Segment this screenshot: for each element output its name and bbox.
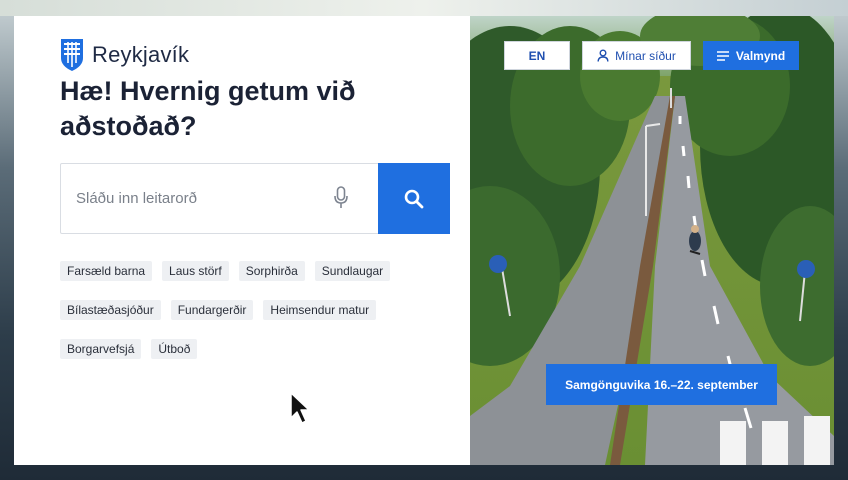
desktop-background [0, 0, 848, 16]
quick-link-chip[interactable]: Heimsendur matur [263, 300, 377, 320]
quick-link-chip[interactable]: Sorphirða [238, 261, 305, 281]
search-input[interactable] [61, 164, 379, 233]
menu-label: Valmynd [735, 48, 786, 63]
my-pages-button[interactable]: Mínar síður [582, 41, 691, 70]
quick-link-chip[interactable]: Borgarvefsjá [60, 339, 142, 359]
reykjavik-logo-icon [61, 39, 83, 71]
browser-page: Reykjavík Hæ! Hvernig getum við aðstoðað… [14, 16, 834, 465]
quick-link-chip[interactable]: Útboð [151, 339, 198, 359]
menu-button[interactable]: Valmynd [703, 41, 799, 70]
top-navigation: EN Mínar síður Valmynd [504, 41, 799, 70]
quick-link-chip[interactable]: Sundlaugar [314, 261, 391, 281]
quick-links-row: Farsæld barna Laus störf Sorphirða Sundl… [60, 261, 440, 281]
hero-image-panel: EN Mínar síður Valmynd Samgönguvika 16.–… [470, 16, 834, 465]
microphone-icon[interactable] [333, 186, 349, 210]
brand-name: Reykjavík [92, 42, 190, 67]
search-icon [404, 189, 424, 208]
menu-icon [716, 50, 729, 61]
search-button[interactable] [378, 163, 450, 234]
language-button[interactable]: EN [504, 41, 570, 70]
site-logo[interactable]: Reykjavík [60, 38, 189, 72]
quick-links-row: Borgarvefsjá Útboð [60, 339, 440, 359]
my-pages-label: Mínar síður [615, 48, 676, 63]
mobility-week-banner-button[interactable]: Samgönguvika 16.–22. september [546, 364, 777, 405]
user-icon [597, 49, 609, 62]
quick-links: Farsæld barna Laus störf Sorphirða Sundl… [60, 261, 440, 378]
quick-link-chip[interactable]: Laus störf [162, 261, 229, 281]
mouse-cursor-icon [290, 392, 310, 424]
quick-link-chip[interactable]: Fundargerðir [170, 300, 254, 320]
search-box [60, 163, 450, 234]
left-panel: Reykjavík Hæ! Hvernig getum við aðstoðað… [14, 16, 470, 465]
quick-links-row: Bílastæðasjóður Fundargerðir Heimsendur … [60, 300, 440, 320]
page-title: Hæ! Hvernig getum við aðstoðað? [60, 76, 356, 141]
quick-link-chip[interactable]: Farsæld barna [60, 261, 153, 281]
quick-link-chip[interactable]: Bílastæðasjóður [60, 300, 161, 320]
